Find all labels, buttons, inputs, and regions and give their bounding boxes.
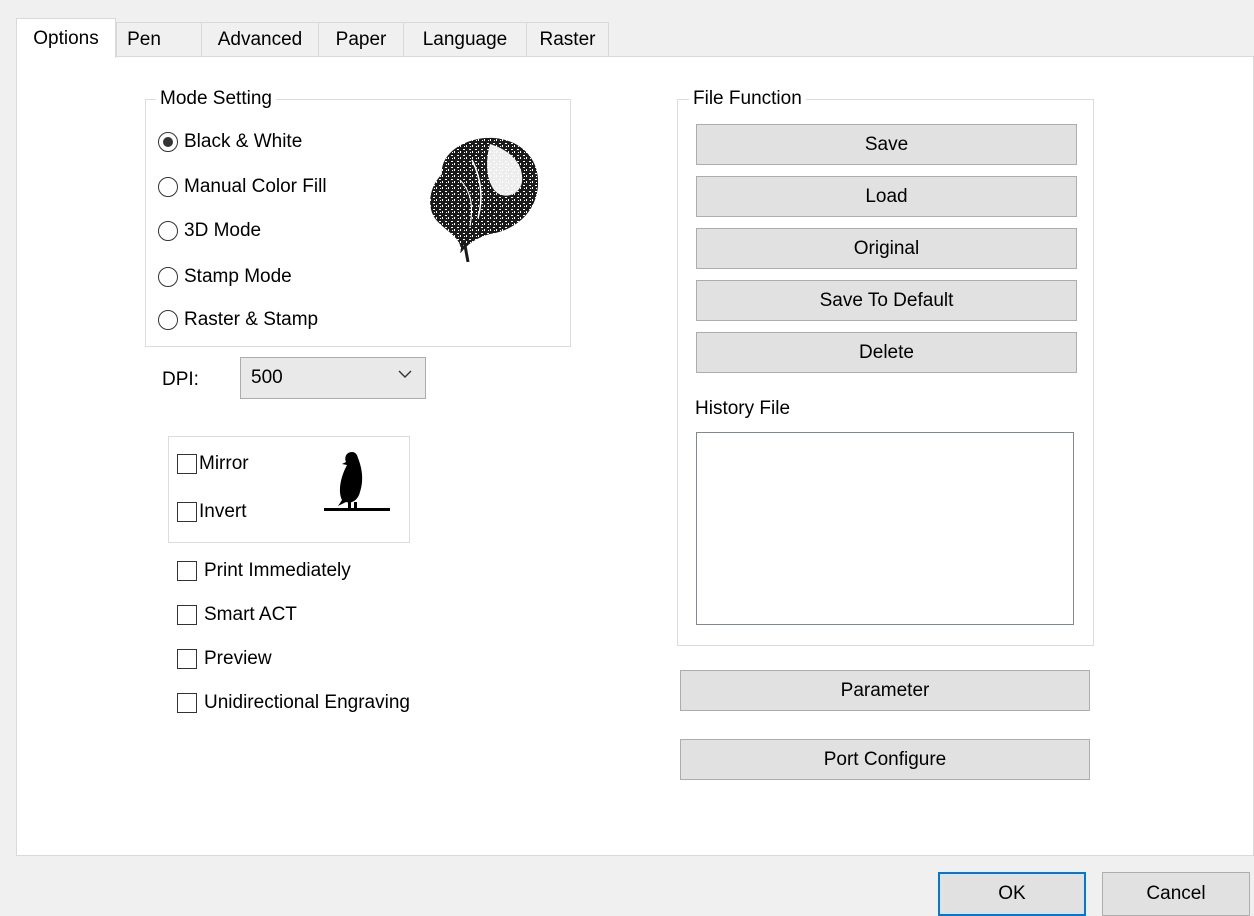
checkbox-box [177, 693, 197, 713]
radio-dot [163, 137, 173, 147]
radio-3d-mode[interactable]: 3D Mode [158, 218, 261, 244]
dpi-label: DPI: [162, 369, 199, 390]
radio-indicator [158, 177, 178, 197]
checkbox-label: Smart ACT [204, 604, 297, 625]
button-label: Port Configure [823, 748, 947, 770]
checkbox-label: Preview [204, 648, 272, 669]
tab-label: Raster [539, 29, 596, 50]
tab-label: Pen [127, 29, 161, 50]
radio-black-white[interactable]: Black & White [158, 129, 302, 155]
tab-options[interactable]: Options [16, 18, 116, 58]
tab-raster[interactable]: Raster [526, 22, 609, 57]
checkbox-box [177, 561, 197, 581]
radio-indicator [158, 267, 178, 287]
dpi-select[interactable]: 500 [240, 357, 426, 399]
button-label: Parameter [840, 679, 930, 701]
smart-act-checkbox[interactable]: Smart ACT [177, 602, 297, 628]
tab-paper[interactable]: Paper [318, 22, 404, 57]
history-file-list[interactable] [696, 432, 1074, 625]
original-button[interactable]: Original [696, 228, 1077, 269]
tab-language[interactable]: Language [403, 22, 527, 57]
radio-label: Stamp Mode [184, 266, 292, 287]
checkbox-label: Mirror [199, 453, 249, 474]
mode-setting-title: Mode Setting [156, 88, 276, 110]
radio-label: Manual Color Fill [184, 176, 327, 197]
print-immediately-checkbox[interactable]: Print Immediately [177, 558, 351, 584]
button-label: Original [853, 237, 920, 259]
tab-label: Paper [335, 29, 387, 50]
radio-manual-color-fill[interactable]: Manual Color Fill [158, 174, 327, 200]
parameter-button[interactable]: Parameter [680, 670, 1090, 711]
button-label: Cancel [1146, 883, 1206, 904]
dpi-value: 500 [251, 367, 283, 388]
radio-label: Raster & Stamp [184, 309, 319, 330]
history-file-label: History File [695, 398, 791, 419]
port-configure-button[interactable]: Port Configure [680, 739, 1090, 780]
save-button[interactable]: Save [696, 124, 1077, 165]
radio-stamp-mode[interactable]: Stamp Mode [158, 264, 292, 290]
radio-raster-stamp[interactable]: Raster & Stamp [158, 307, 318, 333]
checkbox-label: Invert [199, 501, 247, 522]
delete-button[interactable]: Delete [696, 332, 1077, 373]
button-label: Load [865, 185, 908, 207]
tab-label: Language [422, 29, 508, 50]
checkbox-box [177, 605, 197, 625]
preview-checkbox[interactable]: Preview [177, 646, 272, 672]
save-to-default-button[interactable]: Save To Default [696, 280, 1077, 321]
mirror-checkbox[interactable]: Mirror [177, 451, 249, 477]
tab-label: Options [33, 27, 99, 49]
invert-checkbox[interactable]: Invert [177, 499, 247, 525]
tab-advanced[interactable]: Advanced [201, 22, 319, 57]
load-button[interactable]: Load [696, 176, 1077, 217]
file-function-title: File Function [689, 88, 806, 110]
cancel-button[interactable]: Cancel [1102, 872, 1250, 916]
ok-button[interactable]: OK [938, 872, 1086, 916]
checkbox-box [177, 502, 197, 522]
checkbox-box [177, 649, 197, 669]
button-label: Save To Default [819, 289, 954, 311]
checkbox-label: Unidirectional Engraving [204, 692, 410, 713]
button-label: OK [998, 883, 1026, 904]
radio-indicator [158, 310, 178, 330]
unidirectional-engraving-checkbox[interactable]: Unidirectional Engraving [177, 690, 410, 716]
radio-label: Black & White [184, 131, 303, 152]
button-label: Delete [859, 341, 914, 363]
checkbox-label: Print Immediately [204, 560, 351, 581]
chevron-down-icon [398, 370, 412, 378]
radio-indicator [158, 221, 178, 241]
tab-pen[interactable]: Pen [116, 22, 202, 57]
checkbox-box [177, 454, 197, 474]
tab-label: Advanced [217, 29, 303, 50]
tree-engraving-icon [430, 137, 539, 262]
bird-silhouette-icon [324, 452, 390, 511]
radio-indicator [158, 132, 178, 152]
radio-label: 3D Mode [184, 220, 262, 241]
button-label: Save [864, 133, 909, 155]
